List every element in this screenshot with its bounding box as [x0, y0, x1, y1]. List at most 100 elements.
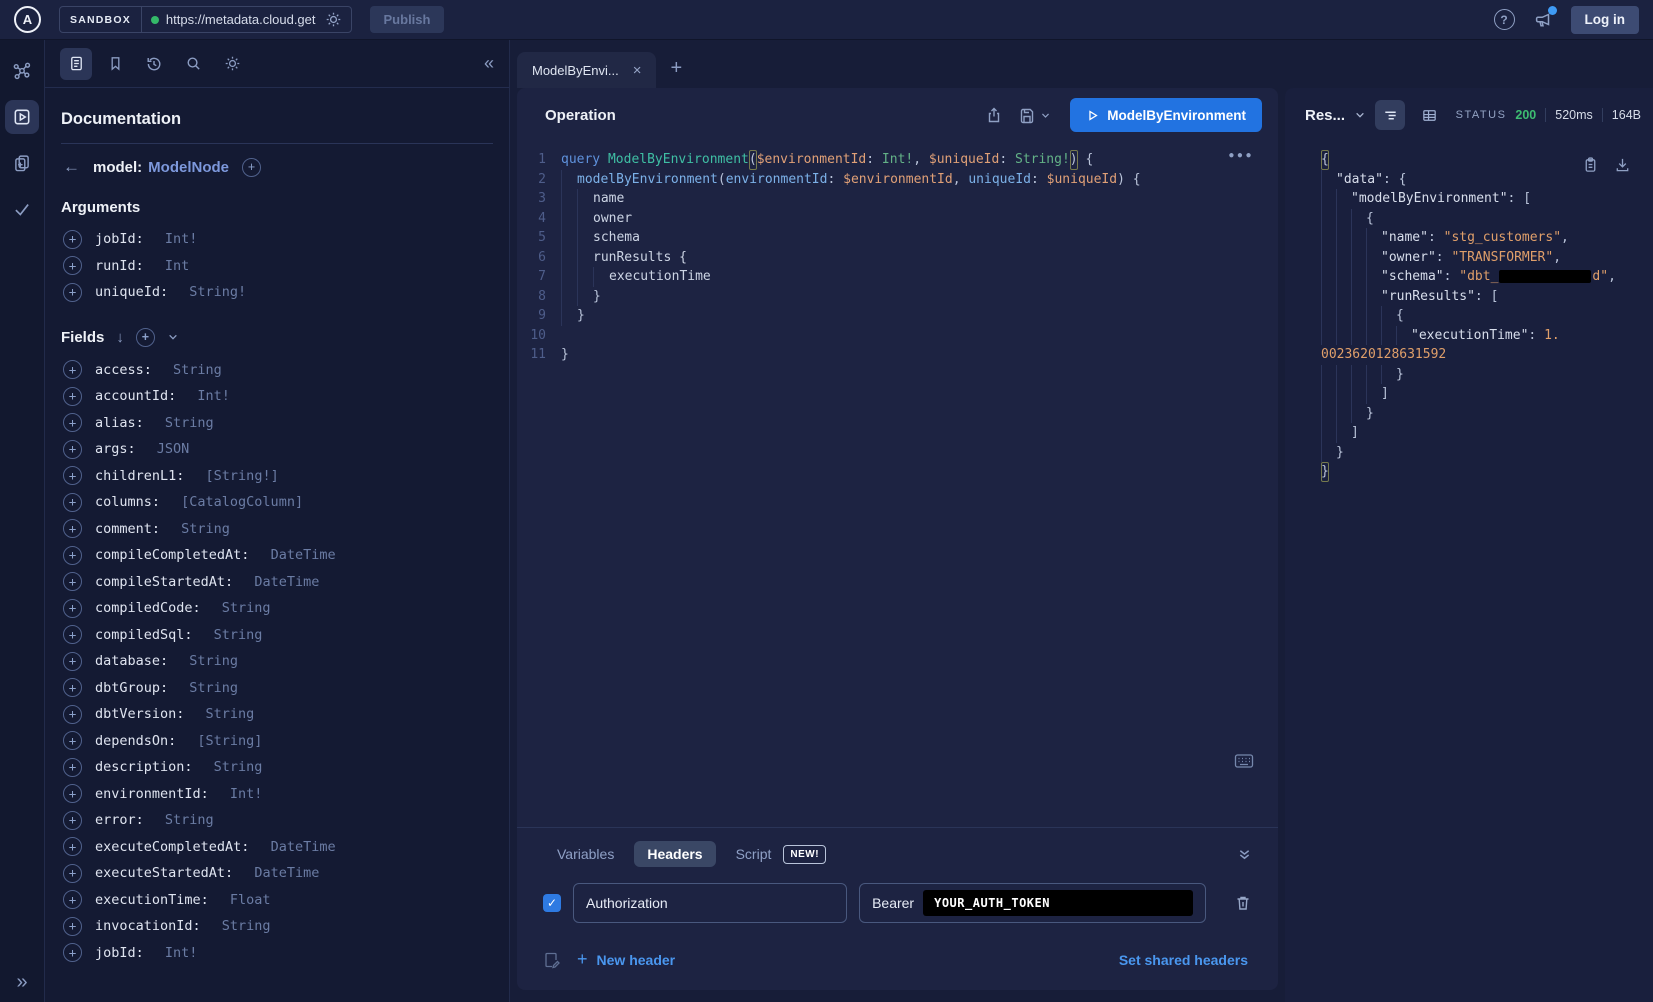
tree-view-toggle-icon[interactable]: [1375, 100, 1405, 130]
add-field-icon[interactable]: +: [63, 652, 82, 671]
keyboard-shortcuts-icon[interactable]: [1234, 753, 1254, 769]
breadcrumb-type[interactable]: ModelNode: [148, 159, 229, 176]
add-field-icon[interactable]: +: [63, 387, 82, 406]
field-row[interactable]: +dependsOn: [String]: [61, 728, 493, 755]
add-field-icon[interactable]: +: [63, 466, 82, 485]
share-operation-icon[interactable]: [985, 106, 1003, 124]
add-all-fields-icon[interactable]: +: [136, 328, 155, 347]
field-row[interactable]: +childrenL1: [String!]: [61, 463, 493, 490]
back-arrow-icon[interactable]: ←: [63, 157, 80, 177]
breadcrumb-field[interactable]: model:: [93, 159, 142, 176]
add-field-icon[interactable]: +: [63, 440, 82, 459]
field-row[interactable]: +columns: [CatalogColumn]: [61, 489, 493, 516]
query-editor[interactable]: 1query ModelByEnvironment($environmentId…: [517, 142, 1278, 827]
new-tab-icon[interactable]: +: [670, 57, 682, 80]
operation-tab[interactable]: ModelByEnvi... ×: [517, 52, 656, 88]
header-name-input[interactable]: Authorization: [573, 883, 847, 923]
table-view-toggle-icon[interactable]: [1414, 100, 1444, 130]
auth-token-value[interactable]: YOUR_AUTH_TOKEN: [923, 890, 1193, 916]
add-field-icon[interactable]: +: [63, 572, 82, 591]
field-row[interactable]: +executionTime: Float: [61, 887, 493, 914]
add-field-icon[interactable]: +: [63, 864, 82, 883]
add-field-icon[interactable]: +: [63, 678, 82, 697]
add-argument-icon[interactable]: +: [63, 283, 82, 302]
add-field-icon[interactable]: +: [63, 413, 82, 432]
fields-chevron-down-icon[interactable]: [167, 331, 179, 343]
new-header-button[interactable]: + New header: [577, 949, 675, 970]
nav-explorer-icon[interactable]: [5, 100, 39, 134]
add-field-icon[interactable]: +: [242, 158, 261, 177]
field-row[interactable]: +invocationId: String: [61, 913, 493, 940]
field-row[interactable]: +comment: String: [61, 516, 493, 543]
tab-headers[interactable]: Headers: [634, 841, 715, 867]
nav-checks-icon[interactable]: [5, 192, 39, 226]
add-field-icon[interactable]: +: [63, 493, 82, 512]
copy-response-icon[interactable]: [1582, 156, 1599, 173]
delete-header-icon[interactable]: [1234, 894, 1252, 912]
add-field-icon[interactable]: +: [63, 546, 82, 565]
add-field-icon[interactable]: +: [63, 599, 82, 618]
tab-variables[interactable]: Variables: [557, 846, 614, 862]
field-row[interactable]: +description: String: [61, 754, 493, 781]
run-operation-button[interactable]: ModelByEnvironment: [1070, 98, 1262, 132]
field-row[interactable]: +error: String: [61, 807, 493, 834]
add-field-icon[interactable]: +: [63, 917, 82, 936]
argument-row[interactable]: +runId: Int: [61, 253, 493, 280]
login-button[interactable]: Log in: [1571, 6, 1640, 34]
add-field-icon[interactable]: +: [63, 784, 82, 803]
header-value-input[interactable]: Bearer YOUR_AUTH_TOKEN: [859, 883, 1206, 923]
field-row[interactable]: +executeStartedAt: DateTime: [61, 860, 493, 887]
field-row[interactable]: +access: String: [61, 357, 493, 384]
add-field-icon[interactable]: +: [63, 625, 82, 644]
field-row[interactable]: +environmentId: Int!: [61, 781, 493, 808]
download-response-icon[interactable]: [1614, 156, 1631, 173]
editor-menu-icon[interactable]: ●●●: [1228, 150, 1254, 161]
nav-collections-icon[interactable]: [5, 146, 39, 180]
save-operation-button[interactable]: [1018, 106, 1051, 124]
field-row[interactable]: +database: String: [61, 648, 493, 675]
announcements-icon[interactable]: [1533, 10, 1553, 30]
add-argument-icon[interactable]: +: [63, 256, 82, 275]
field-row[interactable]: +compiledCode: String: [61, 595, 493, 622]
add-field-icon[interactable]: +: [63, 837, 82, 856]
endpoint-url-box[interactable]: https://metadata.cloud.get: [142, 7, 351, 32]
help-icon[interactable]: ?: [1494, 9, 1515, 30]
history-icon[interactable]: [138, 48, 170, 80]
add-field-icon[interactable]: +: [63, 731, 82, 750]
settings-gear-icon[interactable]: [216, 48, 248, 80]
connection-settings-icon[interactable]: [323, 11, 342, 28]
documentation-tab-icon[interactable]: [60, 48, 92, 80]
field-row[interactable]: +compiledSql: String: [61, 622, 493, 649]
add-field-icon[interactable]: +: [63, 360, 82, 379]
collapse-panel-icon[interactable]: «: [484, 53, 494, 74]
argument-row[interactable]: +jobId: Int!: [61, 226, 493, 253]
response-title[interactable]: Res...: [1305, 107, 1345, 124]
field-row[interactable]: +dbtVersion: String: [61, 701, 493, 728]
add-field-icon[interactable]: +: [63, 811, 82, 830]
field-row[interactable]: +args: JSON: [61, 436, 493, 463]
tab-script[interactable]: Script: [736, 846, 772, 862]
publish-button[interactable]: Publish: [370, 6, 445, 33]
field-row[interactable]: +jobId: Int!: [61, 940, 493, 967]
set-shared-headers-link[interactable]: Set shared headers: [1119, 952, 1248, 968]
add-field-icon[interactable]: +: [63, 705, 82, 724]
nav-schema-graph-icon[interactable]: [5, 54, 39, 88]
collapse-section-icon[interactable]: [1237, 847, 1252, 862]
argument-row[interactable]: +uniqueId: String!: [61, 279, 493, 306]
field-row[interactable]: +dbtGroup: String: [61, 675, 493, 702]
sort-fields-icon[interactable]: ↓: [116, 329, 124, 346]
close-tab-icon[interactable]: ×: [633, 62, 642, 79]
apollo-logo[interactable]: A: [14, 6, 41, 33]
expand-rail-icon[interactable]: »: [16, 971, 27, 994]
add-field-icon[interactable]: +: [63, 943, 82, 962]
add-field-icon[interactable]: +: [63, 519, 82, 538]
endpoint-url[interactable]: https://metadata.cloud.get: [166, 12, 316, 27]
bookmarks-icon[interactable]: [99, 48, 131, 80]
field-row[interactable]: +accountId: Int!: [61, 383, 493, 410]
add-field-icon[interactable]: +: [63, 890, 82, 909]
field-row[interactable]: +executeCompletedAt: DateTime: [61, 834, 493, 861]
edit-headers-json-icon[interactable]: [543, 951, 561, 969]
add-field-icon[interactable]: +: [63, 758, 82, 777]
response-chevron-down-icon[interactable]: [1354, 109, 1366, 121]
header-enabled-checkbox[interactable]: ✓: [543, 894, 561, 912]
